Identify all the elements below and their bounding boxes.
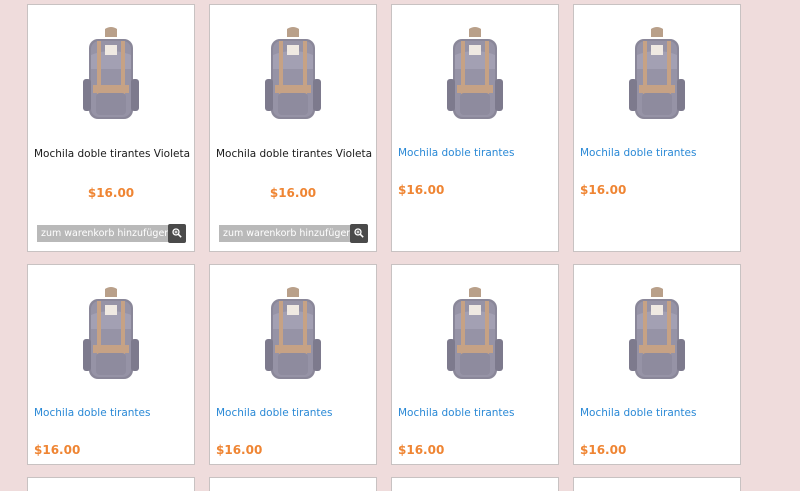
product-card[interactable]	[209, 477, 377, 491]
product-price: $16.00	[87, 186, 135, 200]
backpack-icon	[265, 27, 321, 119]
product-card[interactable]: Mochila doble tirantes $16.00	[573, 264, 741, 465]
product-name-link[interactable]: Mochila doble tirantes	[398, 147, 514, 159]
backpack-icon	[83, 27, 139, 119]
product-name-link[interactable]: Mochila doble tirantes	[580, 407, 696, 419]
product-name-link[interactable]: Mochila doble tirantes	[216, 407, 332, 419]
product-price: $16.00	[269, 186, 317, 200]
product-image[interactable]	[28, 5, 194, 143]
zoom-in-icon	[354, 228, 364, 238]
backpack-icon	[629, 287, 685, 379]
backpack-icon	[629, 27, 685, 119]
backpack-icon	[265, 287, 321, 379]
product-price: $16.00	[580, 183, 627, 197]
product-price: $16.00	[398, 443, 445, 457]
zoom-in-icon	[172, 228, 182, 238]
product-name[interactable]: Mochila doble tirantes Violeta	[34, 148, 190, 160]
product-name[interactable]: Mochila doble tirantes Violeta	[216, 148, 372, 160]
product-image[interactable]	[210, 265, 376, 403]
add-to-cart-button[interactable]: zum warenkorb hinzufügen	[37, 225, 175, 242]
backpack-icon	[447, 287, 503, 379]
product-card[interactable]	[391, 477, 559, 491]
product-card[interactable]: Mochila doble tirantes $16.00	[27, 264, 195, 465]
product-image[interactable]	[28, 265, 194, 403]
product-price: $16.00	[34, 443, 81, 457]
backpack-icon	[83, 287, 139, 379]
product-card[interactable]: Mochila doble tirantes $16.00	[391, 4, 559, 252]
product-price: $16.00	[580, 443, 627, 457]
product-name-link[interactable]: Mochila doble tirantes	[34, 407, 150, 419]
product-price: $16.00	[398, 183, 445, 197]
product-card[interactable]: Mochila doble tirantes Violeta $16.00 zu…	[27, 4, 195, 252]
product-name-link[interactable]: Mochila doble tirantes	[580, 147, 696, 159]
product-price: $16.00	[216, 443, 263, 457]
product-card[interactable]: Mochila doble tirantes $16.00	[573, 4, 741, 252]
product-card[interactable]	[27, 477, 195, 491]
product-card[interactable]	[573, 477, 741, 491]
zoom-button[interactable]	[350, 224, 368, 243]
product-card[interactable]: Mochila doble tirantes $16.00	[209, 264, 377, 465]
product-image[interactable]	[574, 5, 740, 143]
product-image[interactable]	[392, 265, 558, 403]
add-to-cart-button[interactable]: zum warenkorb hinzufügen	[219, 225, 357, 242]
product-name-link[interactable]: Mochila doble tirantes	[398, 407, 514, 419]
product-image[interactable]	[210, 5, 376, 143]
zoom-button[interactable]	[168, 224, 186, 243]
product-image[interactable]	[392, 5, 558, 143]
product-card[interactable]: Mochila doble tirantes Violeta $16.00 zu…	[209, 4, 377, 252]
product-card[interactable]: Mochila doble tirantes $16.00	[391, 264, 559, 465]
product-image[interactable]	[574, 265, 740, 403]
backpack-icon	[447, 27, 503, 119]
